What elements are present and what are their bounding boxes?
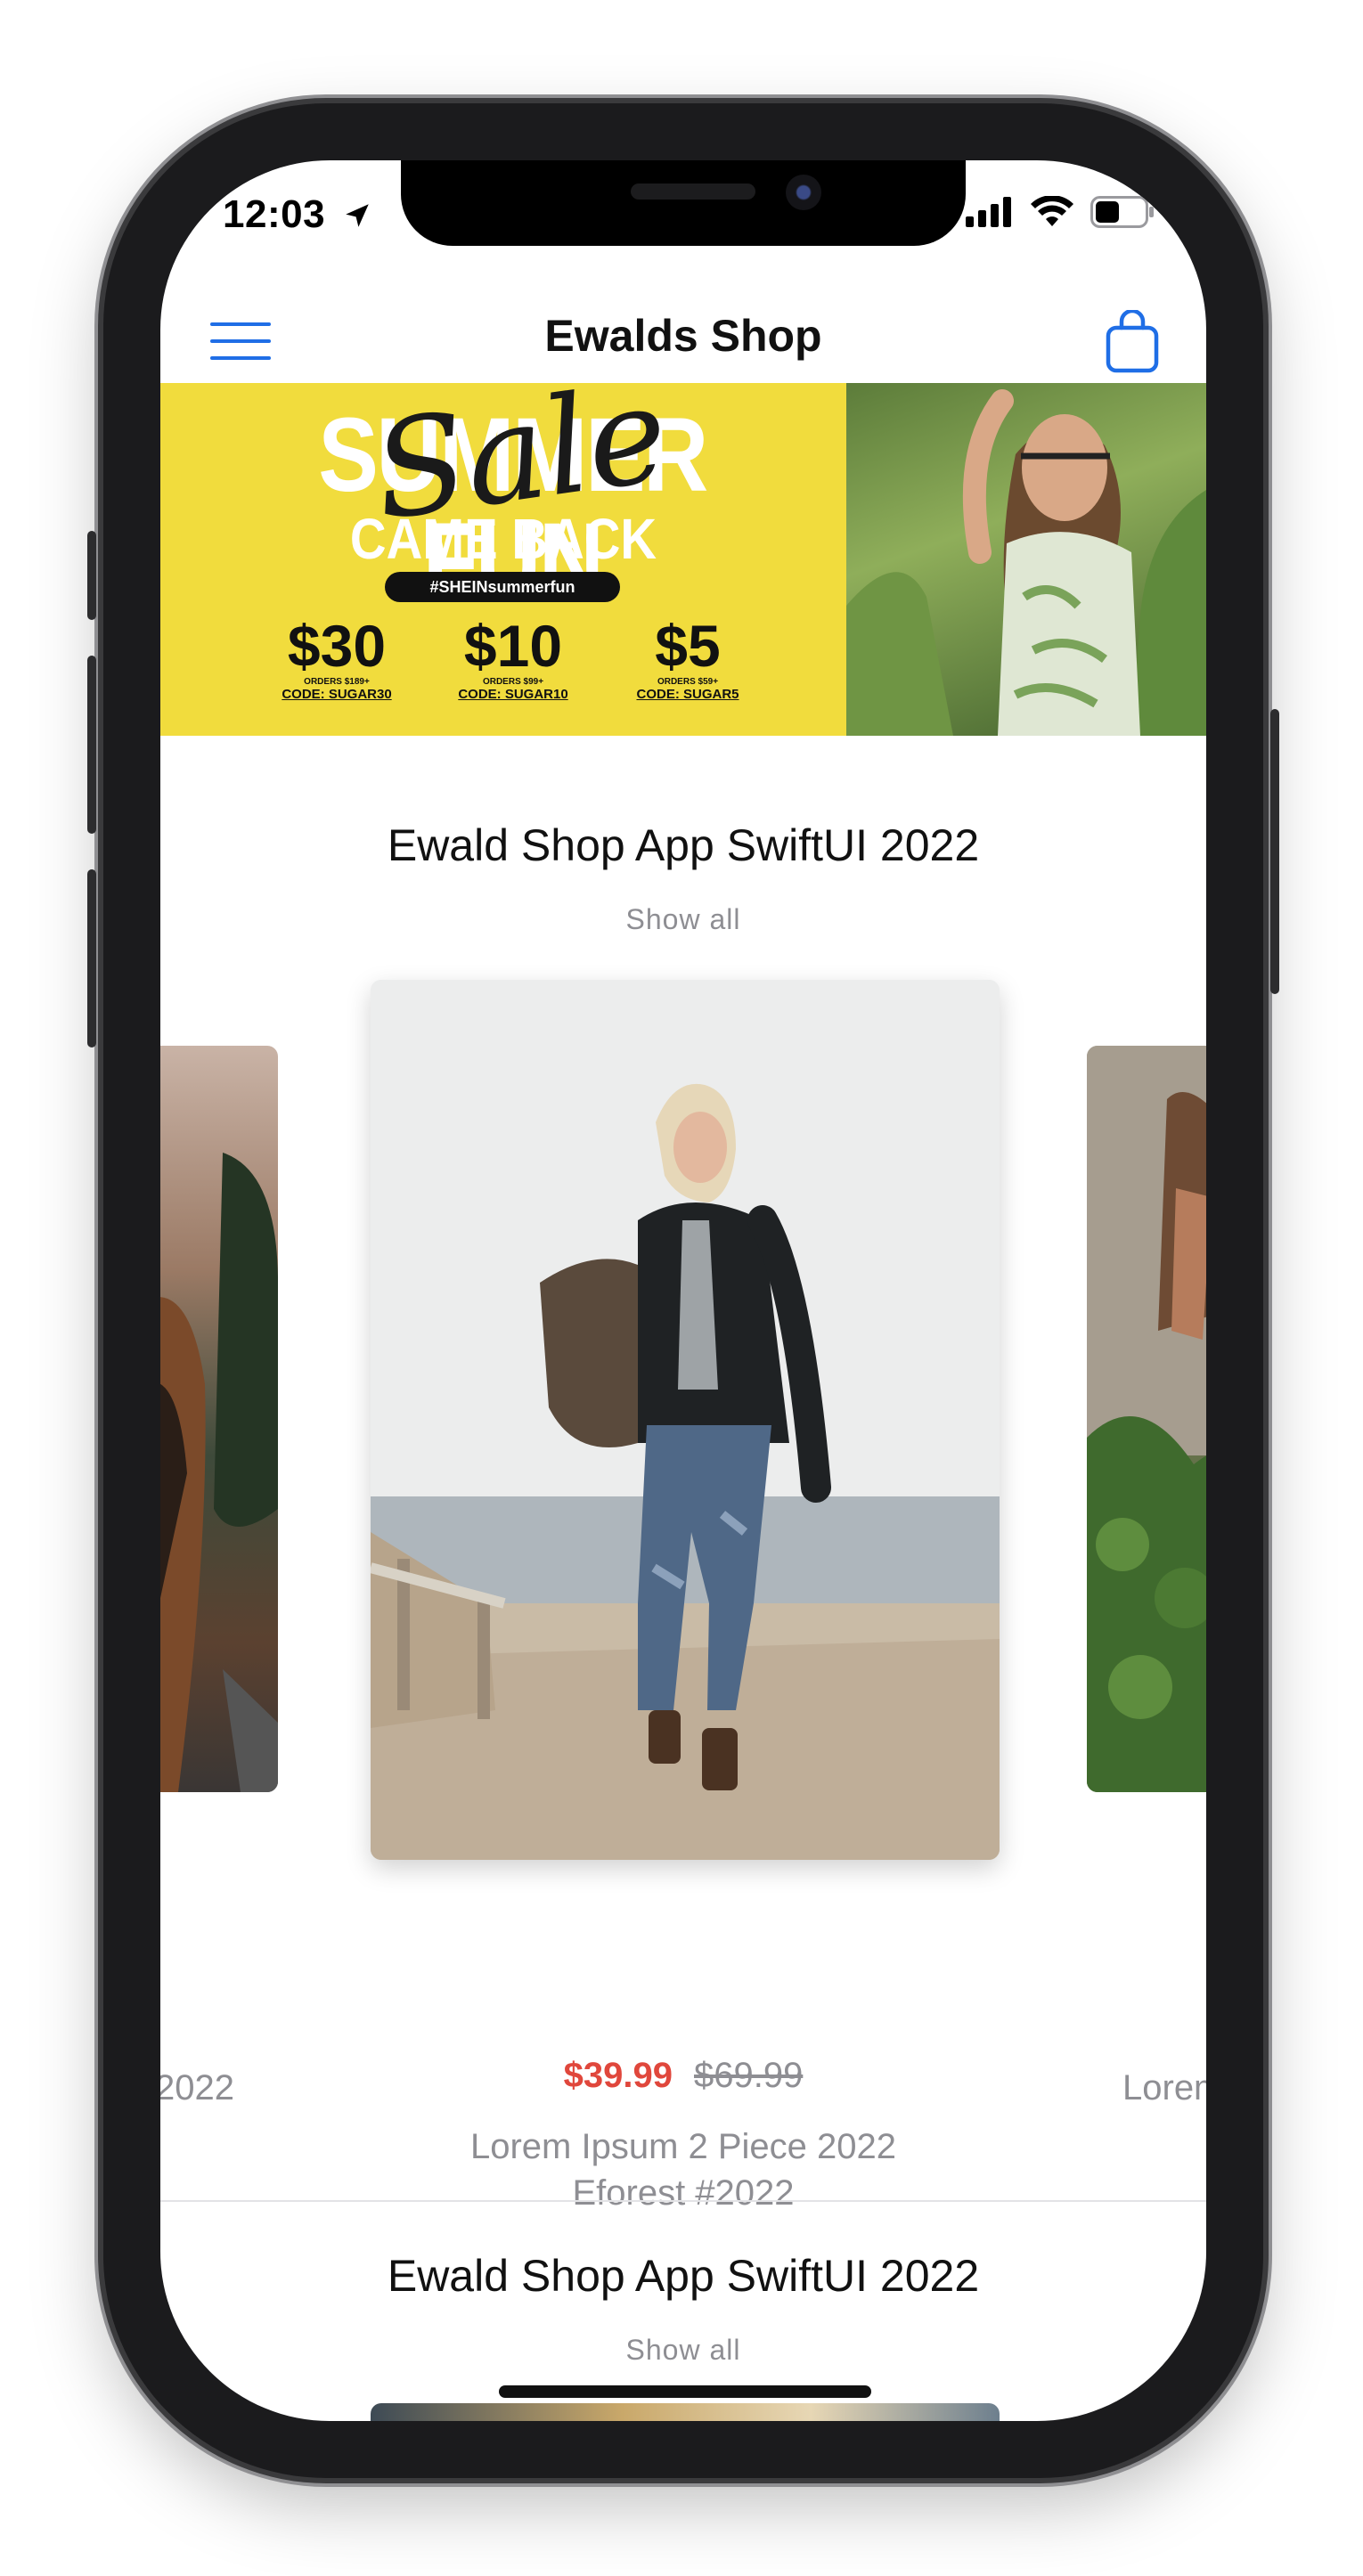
- model-illustration: [846, 389, 1206, 736]
- banner-hashtag-pill: #SHEINsummerfun: [385, 572, 620, 602]
- volume-down-button: [87, 869, 96, 1048]
- battery-icon: [1090, 196, 1154, 228]
- volume-up-button: [87, 656, 96, 834]
- page-title: Ewalds Shop: [544, 311, 822, 361]
- banner-artwork: SUMMER FUN Sale CAME BACK #SHEINsummerfu…: [160, 383, 846, 736]
- earpiece-speaker: [631, 183, 755, 200]
- side-button: [1270, 709, 1279, 994]
- offer-amount-value: 5: [688, 613, 721, 679]
- offer-code: CODE: SUGAR5: [636, 687, 739, 702]
- offer-amount-value: 30: [320, 613, 387, 679]
- featured-product-card[interactable]: [371, 980, 1000, 1860]
- product-photo: [371, 980, 1000, 1860]
- banner-offer: $5 ORDERS $59+ CODE: SUGAR5: [616, 615, 759, 702]
- offer-condition: ORDERS $59+: [657, 677, 719, 687]
- product-name: Lorem Ipsum 2 Piece 2022 Eforest #2022: [160, 2124, 1206, 2216]
- section-divider: [160, 2200, 1206, 2202]
- shopping-bag-icon: [1106, 308, 1159, 373]
- promo-banner[interactable]: SUMMER FUN Sale CAME BACK #SHEINsummerfu…: [160, 383, 1206, 736]
- section-title: Ewald Shop App SwiftUI 2022: [387, 820, 980, 870]
- original-price: $69.99: [694, 2056, 804, 2095]
- mute-switch: [87, 531, 96, 620]
- offer-amount-value: 10: [496, 613, 563, 679]
- offer-amount: $5: [655, 613, 721, 679]
- product-name-line1: Lorem Ipsum 2 Piece 2022: [469, 2127, 897, 2166]
- product-card[interactable]: [1087, 1046, 1206, 1792]
- phone-frame: 12:03 Ewalds Shop SUMMER FUN Sale CAME B…: [87, 103, 1279, 2478]
- offer-amount: $10: [463, 613, 563, 679]
- price-row: $39.99 $69.99: [160, 2056, 1206, 2096]
- front-camera: [786, 175, 821, 210]
- navigation-bar: Ewalds Shop: [160, 267, 1206, 383]
- banner-hashtag: #SHEINsummerfun: [429, 578, 575, 596]
- offer-condition: ORDERS $189+: [304, 677, 370, 687]
- offer-code: CODE: SUGAR10: [458, 687, 568, 702]
- show-all-button[interactable]: Show all: [160, 2334, 1206, 2367]
- offer-code: CODE: SUGAR30: [282, 687, 392, 702]
- home-indicator[interactable]: [499, 2385, 871, 2398]
- banner-subline: CAME BACK: [349, 507, 657, 571]
- wifi-icon: [1031, 196, 1073, 226]
- product-name-line2: Eforest #2022: [572, 2173, 795, 2213]
- cellular-signal-icon: [966, 197, 1011, 227]
- product-photo: [160, 1153, 278, 1792]
- banner-offer: $10 ORDERS $99+ CODE: SUGAR10: [442, 615, 584, 702]
- product-photo: [1087, 1046, 1206, 1792]
- offer-amount: $30: [287, 613, 387, 679]
- notch: [401, 160, 966, 246]
- product-name: Lorem: [1122, 2068, 1206, 2107]
- section-title: Ewald Shop App SwiftUI 2022: [387, 2251, 980, 2301]
- status-time: 12:03: [223, 192, 372, 237]
- cart-button[interactable]: [1105, 308, 1160, 374]
- banner-offer: $30 ORDERS $189+ CODE: SUGAR30: [265, 615, 408, 702]
- product-card[interactable]: [160, 1046, 278, 1792]
- sale-price: $39.99: [563, 2056, 673, 2095]
- banner-model-photo: [846, 383, 1206, 736]
- app-screen: 12:03 Ewalds Shop SUMMER FUN Sale CAME B…: [160, 160, 1206, 2421]
- location-arrow-icon: [346, 204, 369, 227]
- status-icons: [966, 196, 1155, 228]
- offer-condition: ORDERS $99+: [482, 677, 544, 687]
- featured-product-card[interactable]: [371, 2403, 1000, 2421]
- show-all-button[interactable]: Show all: [160, 903, 1206, 936]
